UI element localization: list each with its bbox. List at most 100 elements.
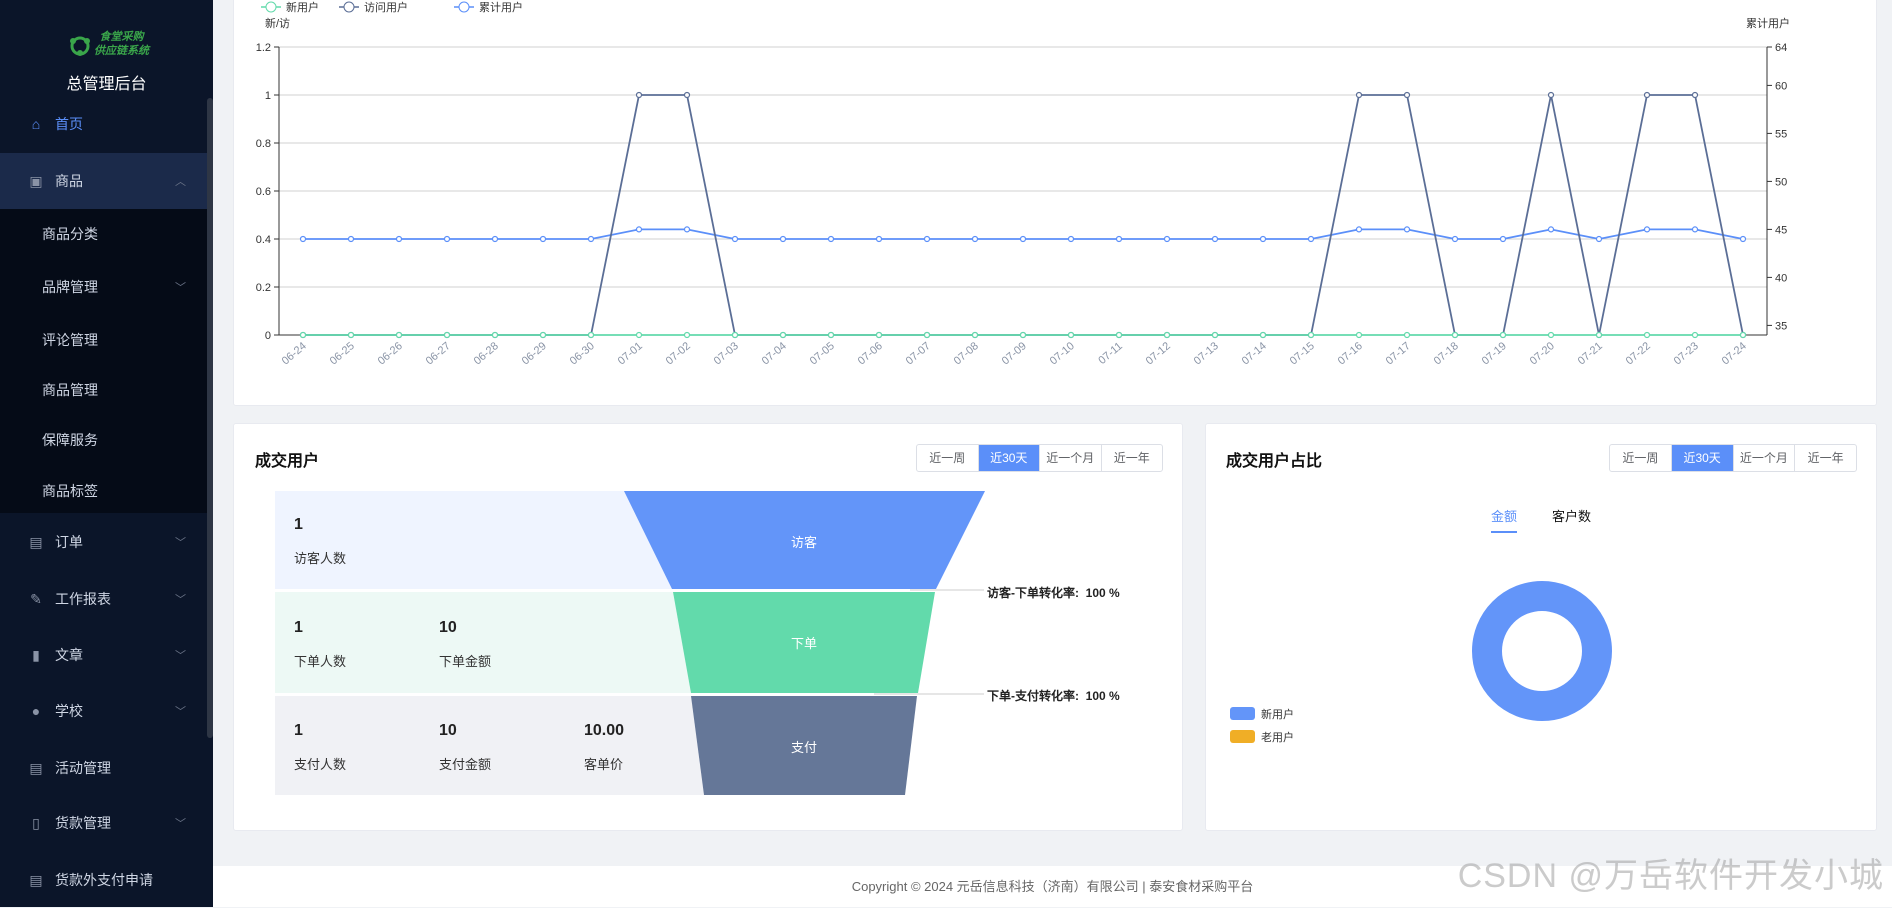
data-point <box>1019 331 1027 339</box>
x-tick-label: 07-05 <box>808 340 837 367</box>
data-point <box>731 235 739 243</box>
x-tick-label: 07-22 <box>1624 340 1653 367</box>
visitor-count: 1 <box>294 516 303 533</box>
data-point <box>779 235 787 243</box>
edit-icon: ✎ <box>30 590 42 607</box>
data-point <box>1115 331 1123 339</box>
data-point <box>1499 235 1507 243</box>
clipboard-icon: ▤ <box>29 533 43 550</box>
x-tick-label: 06-25 <box>328 340 357 367</box>
sidebar-item-activities[interactable]: ▤ 活动管理 <box>0 740 208 796</box>
chevron-down-icon: ﹀ <box>175 537 186 549</box>
visitor-count-label: 访客人数 <box>294 551 347 566</box>
donut-slice-new-users <box>1472 581 1612 721</box>
x-tick-label: 06-26 <box>376 340 405 367</box>
right-tick-label: 45 <box>1775 224 1787 236</box>
x-tick-label: 06-30 <box>568 340 597 367</box>
right-tick-label: 35 <box>1775 320 1787 332</box>
data-point <box>1739 331 1747 339</box>
data-point <box>1595 235 1603 243</box>
data-point <box>395 235 403 243</box>
data-point <box>1163 331 1171 339</box>
data-point <box>1355 226 1363 233</box>
sidebar-item-external-payment[interactable]: ▤ 货款外支付申请 <box>0 852 208 908</box>
x-tick-label: 07-18 <box>1432 340 1461 367</box>
data-point <box>1403 331 1411 339</box>
legend-marker <box>265 1 277 13</box>
data-point <box>1691 226 1699 233</box>
data-point <box>1067 235 1075 243</box>
data-point <box>1163 235 1171 243</box>
data-point <box>635 91 643 99</box>
data-point <box>1643 331 1651 339</box>
order-amount: 10 <box>439 619 457 636</box>
clipboard-icon: ▤ <box>29 871 43 888</box>
data-point <box>1643 91 1651 99</box>
legend-marker <box>458 1 470 13</box>
sidebar-item-schools[interactable]: ● 学校 ﹀ <box>0 683 208 739</box>
sidebar-item-label: 工作报表 <box>55 591 111 607</box>
legend-old-users[interactable]: 老用户 <box>1261 729 1294 745</box>
sidebar-item-orders[interactable]: ▤ 订单 ﹀ <box>0 514 208 570</box>
x-tick-label: 07-23 <box>1672 340 1701 367</box>
data-point <box>1403 226 1411 233</box>
data-point <box>347 331 355 339</box>
pay-count-label: 支付人数 <box>294 757 347 772</box>
chevron-down-icon: ﹀ <box>175 650 186 662</box>
legend-label: 访问用户 <box>364 0 408 14</box>
left-tick-label: 0.8 <box>256 138 271 150</box>
sidebar-item-label: 活动管理 <box>55 760 111 776</box>
data-point <box>1451 235 1459 243</box>
order-pay-conversion: 下单-支付转化率: 100 % <box>987 689 1120 703</box>
funnel-row-bg-visitors <box>275 491 672 589</box>
left-tick-label: 1 <box>265 90 271 102</box>
right-tick-label: 50 <box>1775 176 1787 188</box>
sidebar-item-payments[interactable]: ▯ 货款管理 ﹀ <box>0 795 208 851</box>
left-tick-label: 0 <box>265 330 271 342</box>
x-tick-label: 07-06 <box>856 340 885 367</box>
data-point <box>1547 331 1555 339</box>
x-tick-label: 06-24 <box>280 340 309 367</box>
data-point <box>1451 331 1459 339</box>
deal-ratio-card: 成交用户占比 近一周 近30天 近一个月 近一年 金额 客户数 新用户 老用户 <box>1205 423 1877 831</box>
submenu-item-guarantee[interactable]: 保障服务 <box>0 415 208 465</box>
data-point <box>1259 235 1267 243</box>
data-point <box>875 331 883 339</box>
legend-new-users[interactable]: 新用户 <box>1261 706 1294 722</box>
sidebar-item-label: 文章 <box>55 647 83 663</box>
data-point <box>587 331 595 339</box>
sidebar-item-articles[interactable]: ▮ 文章 ﹀ <box>0 627 208 683</box>
right-tick-label: 40 <box>1775 272 1787 284</box>
data-point <box>1739 235 1747 243</box>
user-icon: ● <box>31 703 41 719</box>
data-point <box>923 331 931 339</box>
x-tick-label: 06-28 <box>472 340 501 367</box>
data-point <box>539 235 547 243</box>
ratio-donut-chart <box>1230 581 1612 743</box>
submenu-item-tags[interactable]: 商品标签 <box>0 466 208 516</box>
data-point <box>683 331 691 339</box>
x-tick-label: 07-13 <box>1192 340 1221 367</box>
sidebar-item-reports[interactable]: ✎ 工作报表 ﹀ <box>0 571 208 627</box>
avg-order-value-label: 客单价 <box>584 757 624 772</box>
x-tick-label: 07-03 <box>712 340 741 367</box>
chevron-down-icon: ﹀ <box>175 706 186 718</box>
data-point <box>1115 235 1123 243</box>
visit-order-conversion: 访客-下单转化率: 100 % <box>987 586 1120 600</box>
data-point <box>443 235 451 243</box>
data-point <box>1211 331 1219 339</box>
left-tick-label: 1.2 <box>256 42 271 54</box>
left-tick-label: 0.2 <box>256 282 271 294</box>
avg-order-value: 10.00 <box>584 722 625 739</box>
data-point <box>1259 331 1267 339</box>
data-point <box>1211 235 1219 243</box>
series-line-1 <box>303 94 1744 336</box>
sidebar-item-label: 学校 <box>55 703 83 719</box>
clipboard-icon: ▤ <box>29 759 43 776</box>
x-tick-label: 07-14 <box>1240 340 1269 367</box>
x-tick-label: 07-01 <box>616 340 645 367</box>
x-tick-label: 07-17 <box>1384 340 1413 367</box>
data-point <box>539 331 547 339</box>
data-point <box>923 235 931 243</box>
data-point <box>1547 226 1555 233</box>
